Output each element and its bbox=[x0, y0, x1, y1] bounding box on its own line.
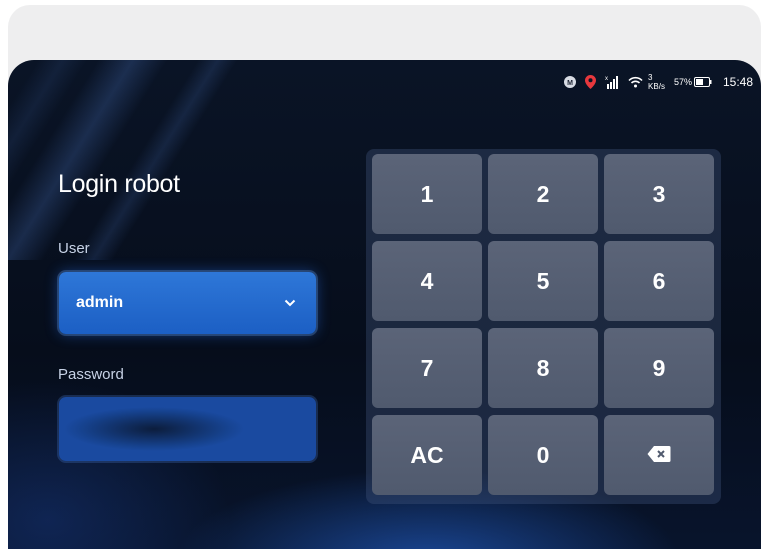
signal-icon: x bbox=[605, 75, 619, 89]
password-label: Password bbox=[58, 366, 124, 383]
password-input[interactable] bbox=[59, 397, 316, 461]
user-select-value: admin bbox=[76, 294, 124, 311]
key-9[interactable]: 9 bbox=[604, 328, 714, 408]
numeric-keypad: 1 2 3 4 5 6 7 8 9 AC 0 bbox=[366, 149, 721, 504]
device-frame: M x 3 KB/s 57% 15:48 Login robot User ad… bbox=[8, 5, 761, 549]
backspace-icon bbox=[647, 442, 671, 469]
key-6[interactable]: 6 bbox=[604, 241, 714, 321]
user-select[interactable]: admin bbox=[59, 272, 316, 334]
key-2[interactable]: 2 bbox=[488, 154, 598, 234]
status-bar: M x 3 KB/s 57% 15:48 bbox=[564, 72, 753, 92]
key-backspace[interactable] bbox=[604, 415, 714, 495]
m-badge-icon: M bbox=[564, 76, 577, 88]
battery-icon bbox=[693, 77, 712, 87]
key-1[interactable]: 1 bbox=[372, 154, 482, 234]
svg-text:x: x bbox=[605, 76, 608, 82]
clock: 15:48 bbox=[722, 75, 753, 89]
page-title: Login robot bbox=[58, 170, 180, 198]
robot-login-screen: M x 3 KB/s 57% 15:48 Login robot User ad… bbox=[8, 60, 761, 549]
key-4[interactable]: 4 bbox=[372, 241, 482, 321]
key-7[interactable]: 7 bbox=[372, 328, 482, 408]
key-0[interactable]: 0 bbox=[488, 415, 598, 495]
location-icon bbox=[585, 75, 597, 89]
chevron-down-icon bbox=[284, 294, 296, 312]
user-label: User bbox=[58, 240, 90, 257]
network-speed-value: 3 bbox=[648, 73, 653, 82]
battery-percent: 57% bbox=[673, 77, 692, 87]
network-speed: 3 KB/s bbox=[648, 73, 665, 91]
svg-text:M: M bbox=[567, 80, 573, 87]
network-speed-unit: KB/s bbox=[648, 82, 665, 91]
key-3[interactable]: 3 bbox=[604, 154, 714, 234]
key-8[interactable]: 8 bbox=[488, 328, 598, 408]
wifi-icon bbox=[628, 76, 643, 88]
battery: 57% bbox=[674, 77, 712, 87]
key-5[interactable]: 5 bbox=[488, 241, 598, 321]
key-clear[interactable]: AC bbox=[372, 415, 482, 495]
